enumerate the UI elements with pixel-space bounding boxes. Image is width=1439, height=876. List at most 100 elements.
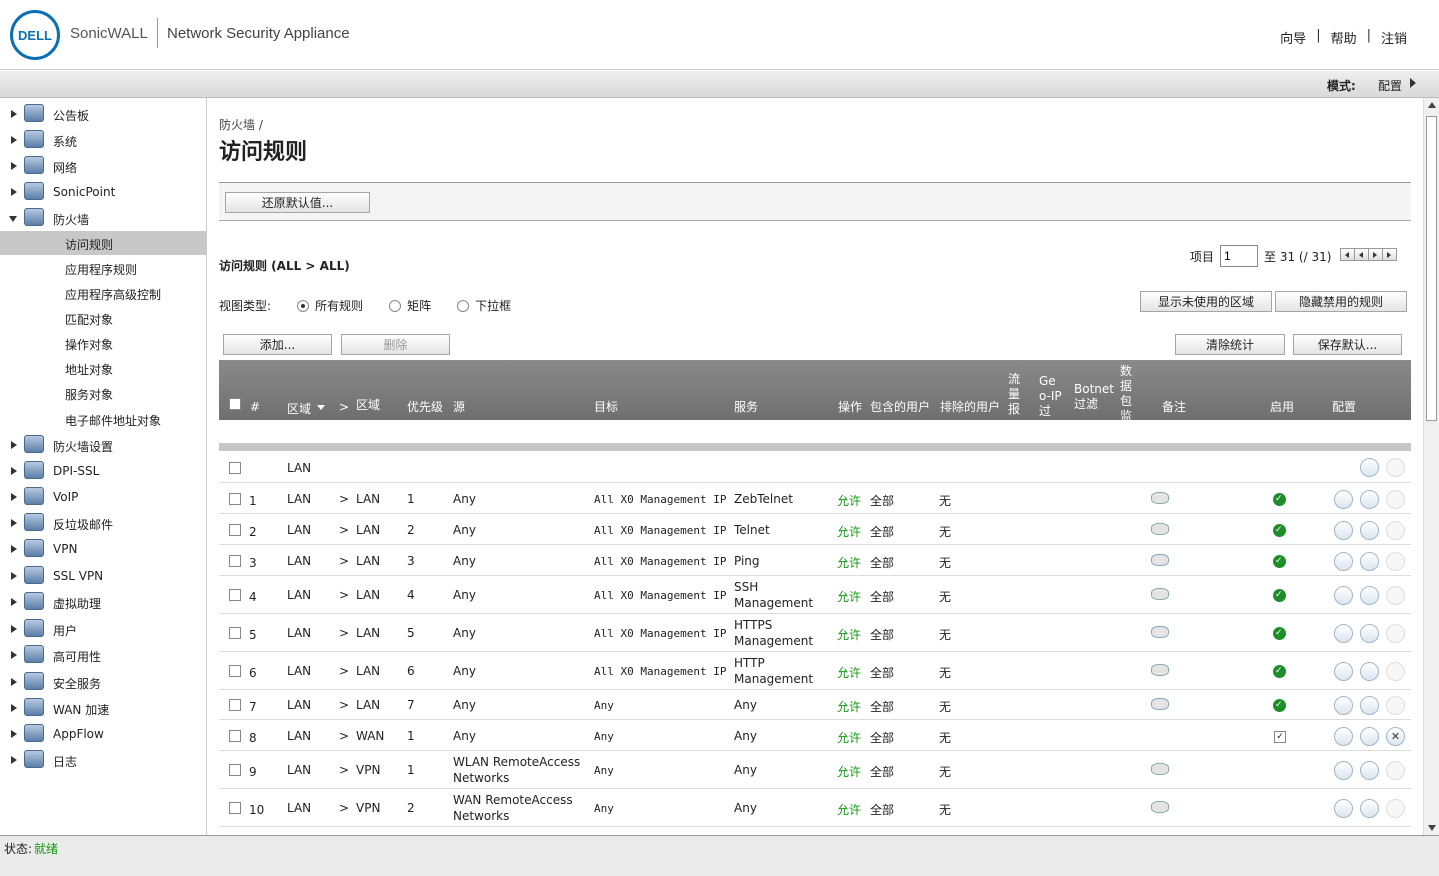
sort-down-icon[interactable]	[317, 405, 325, 410]
help-link[interactable]: 帮助	[1331, 28, 1357, 47]
edit-icon[interactable]	[1360, 761, 1379, 780]
sidebar-subitem[interactable]: 操作对象	[0, 331, 207, 355]
sidebar-item[interactable]: 日志	[0, 747, 207, 773]
table-row[interactable]: 8 LAN > WAN 1 Any Any Any 允许 全部 无 ✓ ✕	[219, 720, 1411, 751]
col-users-included[interactable]: 包含的用户	[870, 398, 930, 415]
stats-icon[interactable]	[1334, 799, 1353, 818]
comment-icon[interactable]	[1151, 523, 1169, 535]
sidebar-item[interactable]: WAN 加速	[0, 695, 207, 721]
expand-icon[interactable]	[11, 188, 17, 196]
expand-icon[interactable]	[11, 110, 17, 118]
view-matrix-radio[interactable]	[389, 299, 402, 312]
stats-icon[interactable]	[1334, 761, 1353, 780]
stats-icon[interactable]	[1334, 521, 1353, 540]
edit-icon[interactable]	[1360, 662, 1379, 681]
sidebar-subitem[interactable]: 匹配对象	[0, 306, 207, 330]
enable-checkbox[interactable]: ✓	[1274, 731, 1286, 743]
stats-icon[interactable]	[1334, 662, 1353, 681]
row-checkbox[interactable]	[229, 802, 241, 814]
edit-icon[interactable]	[1360, 586, 1379, 605]
expand-icon[interactable]	[11, 598, 17, 606]
expand-icon[interactable]	[11, 756, 17, 764]
first-page-icon[interactable]	[1340, 248, 1356, 261]
breadcrumb[interactable]: 防火墙 /	[219, 116, 263, 133]
sidebar-item[interactable]: 虚拟助理	[0, 589, 207, 615]
mode-value[interactable]: 配置	[1378, 77, 1402, 94]
col-service[interactable]: 服务	[734, 398, 758, 415]
comment-icon[interactable]	[1151, 588, 1169, 600]
col-zone-to[interactable]: 区域	[356, 396, 380, 413]
comment-icon[interactable]	[1151, 801, 1169, 813]
comment-icon[interactable]	[1151, 554, 1169, 566]
col-destination[interactable]: 目标	[594, 398, 618, 415]
sidebar-subitem[interactable]: 地址对象	[0, 356, 207, 380]
col-action[interactable]: 操作	[838, 398, 862, 415]
expand-icon[interactable]	[11, 678, 17, 686]
stats-icon[interactable]	[1334, 727, 1353, 746]
edit-icon[interactable]	[1360, 552, 1379, 571]
sidebar-item[interactable]: VoIP	[0, 484, 207, 510]
sidebar-item[interactable]: 公告板	[0, 101, 207, 127]
stats-icon[interactable]	[1334, 490, 1353, 509]
col-users-excluded[interactable]: 排除的用户	[940, 398, 1000, 415]
stats-icon[interactable]	[1334, 552, 1353, 571]
expand-icon[interactable]	[11, 730, 17, 738]
sidebar-subitem[interactable]: 电子邮件地址对象	[0, 407, 207, 431]
sidebar-item[interactable]: 防火墙	[0, 205, 207, 231]
col-priority[interactable]: 优先级	[407, 398, 443, 415]
next-page-icon[interactable]	[1368, 248, 1384, 261]
row-checkbox[interactable]	[229, 764, 241, 776]
stats-icon[interactable]	[1334, 624, 1353, 643]
table-row[interactable]: 2 LAN > LAN 2 Any All X0 Management IP Telnet 允许…	[219, 514, 1411, 545]
row-checkbox[interactable]	[229, 555, 241, 567]
sidebar-subitem[interactable]: 服务对象	[0, 381, 207, 405]
logout-link[interactable]: 注销	[1381, 28, 1407, 47]
table-row[interactable]: 3 LAN > LAN 3 Any All X0 Management IP Ping 允许 全部…	[219, 545, 1411, 576]
expand-icon[interactable]	[11, 704, 17, 712]
table-row[interactable]: 10 LAN > VPN 2 WAN RemoteAccess Networks Any Any…	[219, 789, 1411, 827]
expand-icon[interactable]	[11, 545, 17, 553]
clear-stats-button[interactable]: 清除统计	[1175, 334, 1285, 355]
expand-icon[interactable]	[11, 441, 17, 449]
view-matrix-label[interactable]: 矩阵	[407, 297, 431, 314]
table-row[interactable]: 7 LAN > LAN 7 Any Any Any 允许 全部 无	[219, 690, 1411, 720]
sidebar-item[interactable]: DPI-SSL	[0, 458, 207, 484]
expand-icon[interactable]	[11, 493, 17, 501]
table-row[interactable]: 6 LAN > LAN 6 Any All X0 Management IP HTTP Mana…	[219, 652, 1411, 690]
expand-icon[interactable]	[11, 625, 17, 633]
add-button[interactable]: 添加...	[223, 334, 332, 355]
table-row[interactable]: 4 LAN > LAN 4 Any All X0 Management IP SSH Manag…	[219, 576, 1411, 614]
vertical-scrollbar[interactable]	[1423, 98, 1439, 835]
scrollbar-thumb[interactable]	[1426, 116, 1437, 421]
save-default-button[interactable]: 保存默认...	[1293, 334, 1402, 355]
table-row[interactable]: 1 LAN > LAN 1 Any All X0 Management IP ZebTelne…	[219, 483, 1411, 514]
row-checkbox[interactable]	[229, 699, 241, 711]
delete-icon[interactable]: ✕	[1386, 727, 1405, 746]
edit-icon[interactable]	[1360, 458, 1379, 477]
sidebar-item[interactable]: 安全服务	[0, 669, 207, 695]
col-zone-from[interactable]: 区域	[287, 400, 311, 417]
edit-icon[interactable]	[1360, 727, 1379, 746]
edit-icon[interactable]	[1360, 490, 1379, 509]
row-checkbox[interactable]	[229, 730, 241, 742]
hide-disabled-rules-button[interactable]: 隐藏禁用的规则	[1275, 291, 1407, 312]
edit-icon[interactable]	[1360, 799, 1379, 818]
sidebar-item[interactable]: SSL VPN	[0, 563, 207, 589]
view-all-label[interactable]: 所有规则	[315, 297, 363, 314]
select-all-checkbox[interactable]	[229, 398, 241, 410]
restore-defaults-button[interactable]: 还原默认值...	[225, 192, 370, 213]
sidebar-item[interactable]: 反垃圾邮件	[0, 510, 207, 536]
wizard-link[interactable]: 向导	[1280, 28, 1306, 47]
sidebar-item[interactable]: AppFlow	[0, 721, 207, 747]
sidebar-subitem[interactable]: 访问规则	[0, 231, 207, 255]
edit-icon[interactable]	[1360, 696, 1379, 715]
col-num[interactable]: #	[250, 400, 260, 414]
table-row[interactable]: 5 LAN > LAN 5 Any All X0 Management IP HTTPS Man…	[219, 614, 1411, 652]
scroll-down-icon[interactable]	[1428, 825, 1436, 831]
table-row[interactable]: 9 LAN > VPN 1 WLAN RemoteAccess Networks Any Any…	[219, 751, 1411, 789]
expand-icon[interactable]	[11, 572, 17, 580]
expand-icon[interactable]	[11, 467, 17, 475]
show-unused-zones-button[interactable]: 显示未使用的区域	[1140, 291, 1272, 312]
delete-button[interactable]: 删除	[341, 334, 450, 355]
mode-arrow-icon[interactable]	[1410, 78, 1416, 88]
